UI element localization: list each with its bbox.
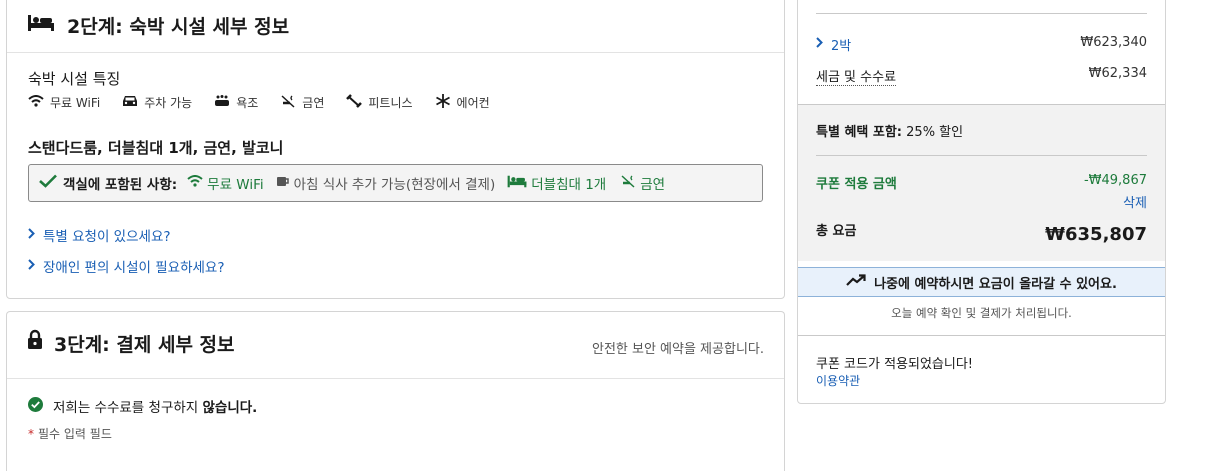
no-fee-bold: 않습니다. <box>202 400 258 416</box>
required-note: * 필수 입력 필드 <box>28 425 112 442</box>
coupon-applied-text: 쿠폰 코드가 적용되었습니다! <box>816 357 973 372</box>
discount-section: 특별 혜택 포함: 25% 할인 쿠폰 적용 금액 -₩49,867 삭제 총 … <box>798 104 1165 261</box>
payment-details-title: 3단계: 결제 세부 정보 <box>54 334 235 356</box>
included-label: 객실에 포함된 사항: <box>63 177 178 193</box>
amenity-label: 무료 WiFi <box>50 96 101 110</box>
amenity-item: 피트니스 <box>346 94 413 111</box>
chevron-right-icon <box>28 227 35 243</box>
included-wifi: 무료 WiFi <box>187 173 264 193</box>
features-heading: 숙박 시설 특징 <box>28 70 121 88</box>
required-star: * <box>28 427 34 441</box>
required-note-text: 필수 입력 필드 <box>38 427 112 441</box>
bed-icon <box>507 175 527 192</box>
coffee-icon <box>276 175 290 192</box>
room-title: 스탠다드룸, 더블침대 1개, 금연, 발코니 <box>28 139 284 157</box>
no-fee-text: 저희는 수수료를 청구하지 <box>53 400 203 416</box>
price-warning-text: 나중에 예약하시면 요금이 올라갈 수 있어요. <box>874 276 1117 292</box>
coupon-label: 쿠폰 적용 금액 <box>816 177 897 192</box>
included-breakfast-label: 아침 식사 추가 가능(현장에서 결제) <box>293 177 496 193</box>
included-nosmoking: 금연 <box>620 173 665 193</box>
divider <box>798 335 1165 336</box>
amenity-label: 에어컨 <box>456 96 490 110</box>
price-summary-card: 2박 ₩623,340 세금 및 수수료 ₩62,334 특별 혜택 포함: 2… <box>797 0 1166 404</box>
coupon-delete-link[interactable]: 삭제 <box>1123 192 1147 211</box>
divider <box>816 155 1147 156</box>
property-details-header: 2단계: 숙박 시설 세부 정보 <box>7 0 784 53</box>
car-icon <box>122 94 138 111</box>
property-details-title: 2단계: 숙박 시설 세부 정보 <box>67 16 290 38</box>
coupon-row: 쿠폰 적용 금액 -₩49,867 <box>816 173 1147 192</box>
amenities-list: 무료 WiFi 주차 가능 욕조 금연 피트니스 에어컨 <box>28 94 512 111</box>
terms-link[interactable]: 이용약관 <box>816 372 860 389</box>
nights-toggle[interactable]: 2박 <box>816 35 851 54</box>
snowflake-icon <box>435 94 451 111</box>
accessibility-label: 장애인 편의 시설이 필요하세요? <box>43 260 225 276</box>
check-circle-icon <box>28 396 43 416</box>
no-smoking-icon <box>280 94 296 111</box>
included-nosmoking-label: 금연 <box>640 177 666 193</box>
included-wifi-label: 무료 WiFi <box>207 177 264 193</box>
trending-up-icon <box>846 274 866 290</box>
included-bed-label: 더블침대 1개 <box>531 177 607 193</box>
benefit-prefix: 특별 혜택 포함: <box>816 125 903 140</box>
amenity-label: 욕조 <box>236 96 259 110</box>
nights-price: ₩623,340 <box>1080 35 1147 50</box>
benefit-row: 특별 혜택 포함: 25% 할인 <box>816 121 963 140</box>
accessibility-link[interactable]: 장애인 편의 시설이 필요하세요? <box>28 256 225 276</box>
total-row: 총 요금 ₩635,807 <box>816 220 1147 245</box>
amenity-item: 욕조 <box>214 94 258 111</box>
price-warning-banner: 나중에 예약하시면 요금이 올라갈 수 있어요. <box>798 267 1165 297</box>
wifi-icon <box>28 95 44 110</box>
nights-row: 2박 ₩623,340 <box>816 35 1147 54</box>
property-details-card: 2단계: 숙박 시설 세부 정보 숙박 시설 특징 무료 WiFi 주차 가능 … <box>6 0 785 299</box>
total-value: ₩635,807 <box>1045 224 1147 245</box>
tax-label[interactable]: 세금 및 수수료 <box>816 66 897 86</box>
payment-details-card: 3단계: 결제 세부 정보 안전한 보안 예약을 제공합니다. 저희는 수수료를… <box>6 311 785 471</box>
bathtub-icon <box>214 94 230 111</box>
amenity-item: 금연 <box>280 94 324 111</box>
divider <box>816 13 1147 14</box>
nights-label: 2박 <box>831 39 852 54</box>
tax-row: 세금 및 수수료 ₩62,334 <box>816 66 1147 86</box>
chevron-right-icon <box>816 37 823 52</box>
total-label: 총 요금 <box>816 224 857 239</box>
special-request-link[interactable]: 특별 요청이 있으세요? <box>28 225 171 245</box>
lock-icon <box>28 329 42 353</box>
chevron-right-icon <box>28 258 35 274</box>
amenity-item: 에어컨 <box>435 94 490 111</box>
amenity-label: 피트니스 <box>368 96 413 110</box>
wifi-icon <box>187 175 203 191</box>
no-smoking-icon <box>620 174 636 192</box>
payment-note: 오늘 예약 확인 및 결제가 처리됩니다. <box>891 306 1072 320</box>
amenity-item: 무료 WiFi <box>28 94 100 111</box>
coupon-value: -₩49,867 <box>1083 173 1147 188</box>
amenity-item: 주차 가능 <box>122 94 192 111</box>
no-fee-note: 저희는 수수료를 청구하지 않습니다. <box>28 396 257 416</box>
included-breakfast: 아침 식사 추가 가능(현장에서 결제) <box>276 173 496 193</box>
check-icon <box>39 174 57 192</box>
included-bed: 더블침대 1개 <box>507 173 606 193</box>
dumbbell-icon <box>346 94 363 111</box>
bed-icon <box>28 14 54 36</box>
included-box: 객실에 포함된 사항: 무료 WiFi 아침 식사 추가 가능(현장에서 결제)… <box>28 164 763 202</box>
payment-details-header: 3단계: 결제 세부 정보 안전한 보안 예약을 제공합니다. <box>7 312 784 379</box>
amenity-label: 금연 <box>302 96 325 110</box>
benefit-value: 25% 할인 <box>906 125 964 140</box>
special-request-label: 특별 요청이 있으세요? <box>43 229 171 245</box>
tax-price: ₩62,334 <box>1088 66 1147 81</box>
amenity-label: 주차 가능 <box>144 96 193 110</box>
secure-note: 안전한 보안 예약을 제공합니다. <box>591 342 764 357</box>
